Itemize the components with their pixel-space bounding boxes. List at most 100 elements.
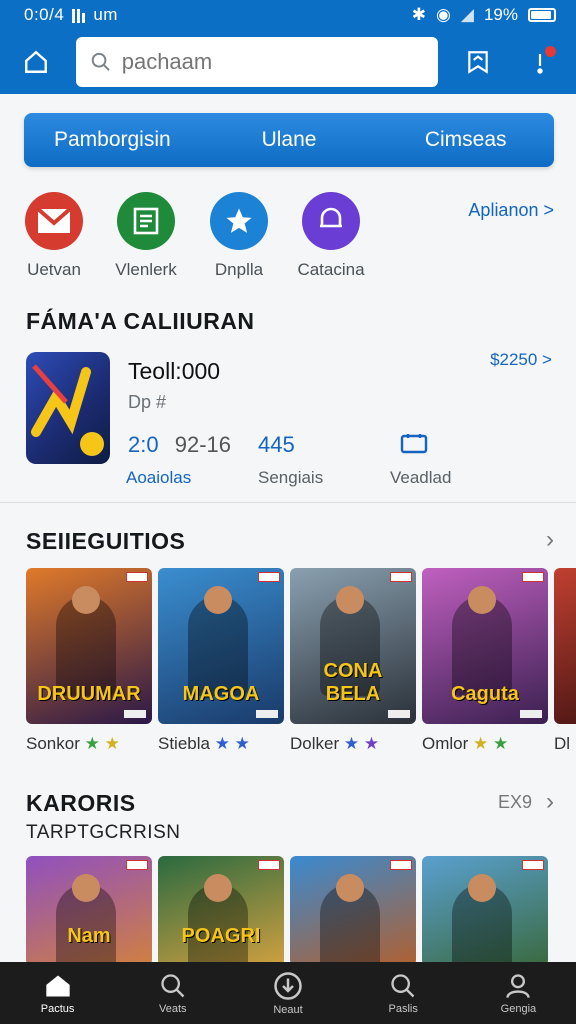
rating-badge (390, 860, 412, 870)
library-icon[interactable] (460, 44, 496, 80)
location-icon: ◉ (436, 5, 451, 24)
game-title-art: DRUUMAR (37, 683, 141, 705)
shortcut-uetvan[interactable]: Uetvan (14, 192, 94, 280)
game-name: Omlor (422, 734, 469, 753)
shortcut-vlenlerk[interactable]: Vlenlerk (106, 192, 186, 280)
bottom-navigation: Pactus Veats Neaut Paslis Gengia (0, 962, 576, 1024)
featured-stat-value: 2:0 92-16 (128, 432, 231, 458)
rating-badge (522, 572, 544, 582)
section2-card-row: Nam POAGRI (26, 856, 576, 966)
rating-badge (126, 572, 148, 582)
age-tag (520, 710, 542, 718)
search-bar[interactable] (76, 37, 438, 87)
section2-more-chevron-icon[interactable]: › (546, 788, 554, 816)
shortcuts-see-all-link[interactable]: Aplianon > (468, 200, 554, 221)
featured-app-price[interactable]: $2250 > (490, 350, 552, 370)
game-controller-icon (302, 192, 360, 250)
game-name: Stiebla (158, 734, 210, 753)
game-card-name: Dl (554, 734, 570, 754)
game-card[interactable]: DRUUMAR (26, 568, 152, 724)
nav-label: Paslis (388, 1002, 418, 1015)
game-card[interactable] (554, 568, 576, 724)
character-head (72, 586, 100, 614)
character-head (204, 874, 232, 902)
age-tag (256, 710, 278, 718)
shortcut-label: Uetvan (27, 260, 81, 279)
shortcut-catacina[interactable]: Catacina (291, 192, 371, 280)
game-title-art: Caguta (451, 683, 519, 705)
game-card[interactable]: Caguta (422, 568, 548, 724)
section2-title: KARORIS (26, 790, 136, 816)
signal-bars-icon (72, 7, 86, 23)
nav-download[interactable]: Neaut (230, 962, 345, 1024)
nav-search[interactable]: Veats (115, 962, 230, 1024)
status-left: 0:0/4 um (24, 5, 118, 25)
section1-more-chevron-icon[interactable]: › (546, 526, 554, 554)
game-card[interactable]: CONA BELA (290, 568, 416, 724)
search-icon (161, 973, 185, 997)
home-icon[interactable] (18, 44, 54, 80)
nav-profile[interactable]: Gengia (461, 962, 576, 1024)
game-card[interactable]: POAGRI (158, 856, 284, 966)
home-icon (45, 975, 70, 996)
section2-more-link[interactable]: EX9 (498, 792, 532, 813)
featured-app-card[interactable]: Teoll:000 Dp # $2250 > 2:0 92-16 Aoaiola… (24, 350, 554, 490)
game-card[interactable]: MAGOA (158, 568, 284, 724)
notifications-icon[interactable] (522, 44, 558, 80)
character-head (204, 586, 232, 614)
status-time: 0:0/4 (24, 5, 65, 24)
nav-discover[interactable]: Paslis (346, 962, 461, 1024)
status-right: ✱ ◉ ◢ 19% (412, 5, 556, 25)
star-rating-icon: ★ (488, 734, 509, 753)
game-name: Dolker (290, 734, 340, 753)
search-input[interactable] (121, 49, 424, 75)
battery-percent: 19% (483, 5, 518, 24)
character-head (468, 874, 496, 902)
shortcut-label: Vlenlerk (115, 260, 177, 279)
game-name: Sonkor (26, 734, 80, 753)
character-head (336, 874, 364, 902)
featured-section-title: FÁMA'A CALIIURAN (26, 308, 255, 334)
tab-ulane[interactable]: Ulane (201, 128, 378, 152)
battery-icon (528, 8, 556, 22)
search-icon (91, 52, 110, 71)
featured-app-title: Teoll:000 (128, 358, 221, 384)
document-icon (117, 192, 175, 250)
game-card[interactable] (422, 856, 548, 966)
nav-home[interactable]: Pactus (0, 962, 115, 1024)
featured-stat-value: 445 (258, 432, 295, 457)
stat-value: 2:0 (128, 432, 159, 457)
mail-icon (25, 192, 83, 250)
section1-card-row: DRUUMAR Sonkor ★ ★ MAGOA Stiebla ★ ★ CONA BE… (26, 568, 576, 758)
star-icon (210, 192, 268, 250)
rating-badge (258, 860, 280, 870)
star-rating-icon: ★ (79, 734, 100, 753)
star-rating-icon: ★ (339, 734, 360, 753)
tab-cimseas[interactable]: Cimseas (377, 128, 554, 152)
shortcut-dnplla[interactable]: Dnplla (199, 192, 279, 280)
game-card-name: Stiebla ★ ★ (158, 734, 250, 754)
game-title-art: MAGOA (182, 683, 260, 705)
game-card-name: Omlor ★ ★ (422, 734, 508, 754)
tab-pamborgisin[interactable]: Pamborgisin (24, 128, 201, 152)
tab-bar: Pamborgisin Ulane Cimseas (24, 113, 554, 167)
nav-label: Veats (159, 1002, 187, 1015)
shortcut-row: Uetvan Vlenlerk Dnplla Catacina Aplianon… (24, 192, 554, 292)
nav-label: Neaut (273, 1003, 303, 1016)
game-title-art: CONA BELA (323, 660, 383, 705)
featured-app-icon (26, 352, 110, 464)
featured-app-subtitle: Dp # (128, 392, 167, 412)
star-rating-icon: ★ (209, 734, 230, 753)
star-rating-icon: ★ (99, 734, 120, 753)
game-card[interactable]: Nam (26, 856, 152, 966)
star-rating-icon: ★ (359, 734, 380, 753)
character-head (468, 586, 496, 614)
rating-badge (126, 860, 148, 870)
rating-badge (390, 572, 412, 582)
game-card[interactable] (290, 856, 416, 966)
magnifier-icon (391, 973, 415, 997)
cell-signal-icon: ◢ (460, 5, 474, 24)
download-icon (274, 971, 302, 1000)
status-carrier: um (93, 5, 118, 24)
nav-label: Gengia (500, 1002, 537, 1015)
